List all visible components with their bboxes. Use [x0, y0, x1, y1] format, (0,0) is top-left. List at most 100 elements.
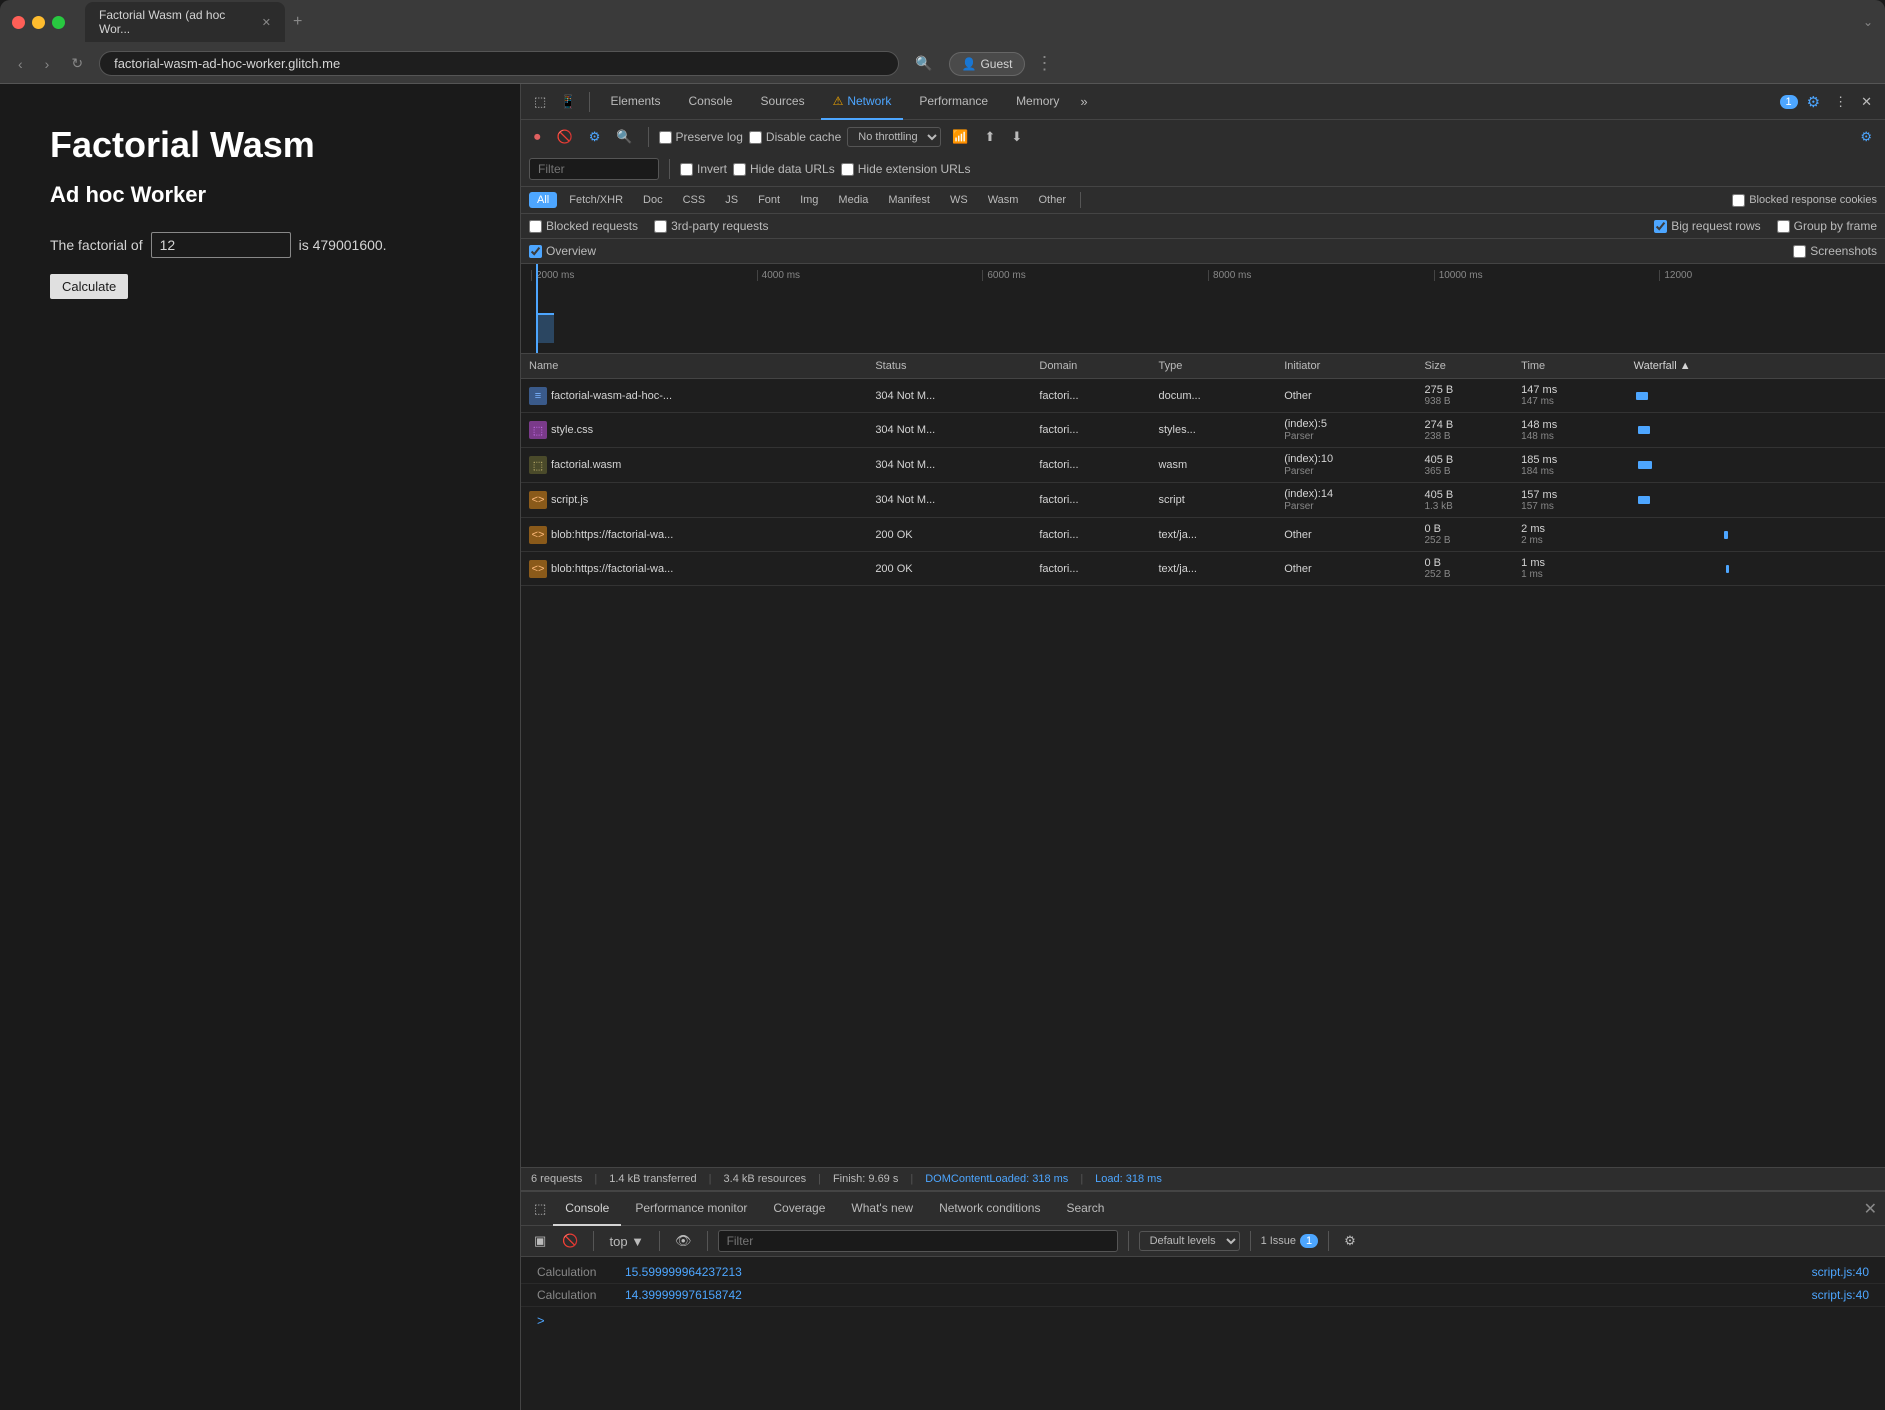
network-settings-icon[interactable]: ⚙: [1855, 126, 1877, 148]
search-button[interactable]: 🔍: [611, 126, 637, 148]
console-prompt[interactable]: >: [521, 1307, 1885, 1334]
hide-extension-urls-input[interactable]: [841, 163, 854, 176]
chip-media[interactable]: Media: [830, 192, 876, 208]
console-sidebar-toggle[interactable]: ▣: [529, 1230, 551, 1252]
console-tab-console[interactable]: Console: [553, 1192, 621, 1226]
address-input[interactable]: [99, 51, 899, 76]
table-row[interactable]: ≡ factorial-wasm-ad-hoc-... 304 Not M...…: [521, 379, 1885, 413]
factorial-input[interactable]: [151, 232, 291, 258]
preserve-log-checkbox[interactable]: Preserve log: [659, 130, 743, 144]
tab-memory[interactable]: Memory: [1004, 84, 1071, 120]
table-row[interactable]: <> script.js 304 Not M... factori... scr…: [521, 483, 1885, 518]
console-tab-network-conditions[interactable]: Network conditions: [927, 1192, 1052, 1226]
disable-cache-input[interactable]: [749, 131, 762, 144]
filter-input[interactable]: [529, 158, 659, 180]
clear-button[interactable]: 🚫: [552, 126, 578, 148]
console-filter-input[interactable]: [718, 1230, 1118, 1252]
console-row2-link[interactable]: script.js:40: [1812, 1288, 1869, 1302]
chip-css[interactable]: CSS: [675, 192, 714, 208]
new-tab-button[interactable]: +: [293, 13, 302, 31]
disable-cache-checkbox[interactable]: Disable cache: [749, 130, 841, 144]
more-tabs-button[interactable]: »: [1075, 91, 1092, 112]
chip-img[interactable]: Img: [792, 192, 826, 208]
third-party-input[interactable]: [654, 220, 667, 233]
big-rows-checkbox[interactable]: Big request rows: [1654, 219, 1760, 233]
calculate-button[interactable]: Calculate: [50, 274, 128, 299]
row2-initiator-link[interactable]: (index):5: [1284, 418, 1327, 430]
blocked-cookies-input[interactable]: [1732, 194, 1745, 207]
hide-data-urls-input[interactable]: [733, 163, 746, 176]
col-status[interactable]: Status: [867, 354, 1031, 379]
download-icon[interactable]: ⬇: [1006, 126, 1027, 148]
tab-performance[interactable]: Performance: [907, 84, 1000, 120]
table-row[interactable]: ⬚ style.css 304 Not M... factori... styl…: [521, 413, 1885, 448]
row3-initiator-link[interactable]: (index):10: [1284, 453, 1333, 465]
col-waterfall[interactable]: Waterfall ▲: [1626, 354, 1885, 379]
chip-all[interactable]: All: [529, 192, 557, 208]
browser-menu-button[interactable]: ⋮: [1035, 53, 1053, 74]
filter-toggle-button[interactable]: ⚙: [584, 126, 606, 148]
hide-extension-urls-checkbox[interactable]: Hide extension URLs: [841, 162, 971, 176]
group-by-frame-checkbox[interactable]: Group by frame: [1777, 219, 1877, 233]
col-time[interactable]: Time: [1513, 354, 1626, 379]
chip-font[interactable]: Font: [750, 192, 788, 208]
screenshots-checkbox[interactable]: Screenshots: [1793, 244, 1877, 258]
table-row[interactable]: <> blob:https://factorial-wa... 200 OK f…: [521, 518, 1885, 552]
devtools-settings-button[interactable]: ⚙: [1802, 90, 1825, 114]
console-tab-search[interactable]: Search: [1054, 1192, 1116, 1226]
overview-input[interactable]: [529, 245, 542, 258]
close-traffic-light[interactable]: [12, 16, 25, 29]
tab-console[interactable]: Console: [677, 84, 745, 120]
console-row1-link[interactable]: script.js:40: [1812, 1265, 1869, 1279]
col-name[interactable]: Name: [521, 354, 867, 379]
log-levels-select[interactable]: Default levels: [1139, 1231, 1240, 1251]
active-tab[interactable]: Factorial Wasm (ad hoc Wor... ✕: [85, 2, 285, 42]
preserve-log-input[interactable]: [659, 131, 672, 144]
tab-close-btn[interactable]: ✕: [262, 16, 271, 29]
refresh-button[interactable]: ↻: [65, 53, 89, 74]
record-button[interactable]: ⏺: [529, 126, 546, 148]
table-row[interactable]: <> blob:https://factorial-wa... 200 OK f…: [521, 552, 1885, 586]
tab-network[interactable]: ⚠ Network: [821, 84, 904, 120]
console-close-button[interactable]: ✕: [1864, 1199, 1877, 1219]
overview-checkbox[interactable]: Overview: [529, 244, 596, 258]
group-by-frame-input[interactable]: [1777, 220, 1790, 233]
blocked-requests-checkbox[interactable]: Blocked requests: [529, 219, 638, 233]
chip-fetch-xhr[interactable]: Fetch/XHR: [561, 192, 631, 208]
forward-button[interactable]: ›: [39, 54, 56, 74]
console-tab-whatsnew[interactable]: What's new: [839, 1192, 925, 1226]
col-type[interactable]: Type: [1150, 354, 1276, 379]
context-selector[interactable]: top ▼: [604, 1231, 649, 1252]
offline-icon[interactable]: 📶: [947, 126, 973, 148]
maximize-traffic-light[interactable]: [52, 16, 65, 29]
chip-doc[interactable]: Doc: [635, 192, 671, 208]
zoom-button[interactable]: 🔍: [909, 53, 938, 74]
back-button[interactable]: ‹: [12, 54, 29, 74]
devtools-close-button[interactable]: ✕: [1856, 91, 1877, 113]
tab-sources[interactable]: Sources: [749, 84, 817, 120]
third-party-checkbox[interactable]: 3rd-party requests: [654, 219, 768, 233]
devtools-device-icon[interactable]: 📱: [555, 91, 581, 113]
blocked-requests-input[interactable]: [529, 220, 542, 233]
devtools-more-button[interactable]: ⋮: [1829, 91, 1852, 113]
screenshots-input[interactable]: [1793, 245, 1806, 258]
invert-input[interactable]: [680, 163, 693, 176]
console-tab-coverage[interactable]: Coverage: [761, 1192, 837, 1226]
invert-checkbox[interactable]: Invert: [680, 162, 727, 176]
chip-wasm[interactable]: Wasm: [980, 192, 1027, 208]
chip-manifest[interactable]: Manifest: [880, 192, 938, 208]
col-domain[interactable]: Domain: [1031, 354, 1150, 379]
tab-elements[interactable]: Elements: [598, 84, 672, 120]
big-rows-input[interactable]: [1654, 220, 1667, 233]
hide-data-urls-checkbox[interactable]: Hide data URLs: [733, 162, 835, 176]
devtools-inspect-icon[interactable]: ⬚: [529, 91, 551, 113]
chip-js[interactable]: JS: [717, 192, 746, 208]
blocked-cookies-checkbox[interactable]: Blocked response cookies: [1732, 194, 1877, 207]
console-clear-button[interactable]: 🚫: [557, 1230, 583, 1252]
col-size[interactable]: Size: [1416, 354, 1513, 379]
eye-icon-button[interactable]: 👁: [670, 1230, 697, 1252]
guest-button[interactable]: 👤 Guest: [949, 52, 1026, 76]
console-settings-icon[interactable]: ⚙: [1339, 1230, 1361, 1252]
console-tab-perf-monitor[interactable]: Performance monitor: [623, 1192, 759, 1226]
row4-initiator-link[interactable]: (index):14: [1284, 488, 1333, 500]
